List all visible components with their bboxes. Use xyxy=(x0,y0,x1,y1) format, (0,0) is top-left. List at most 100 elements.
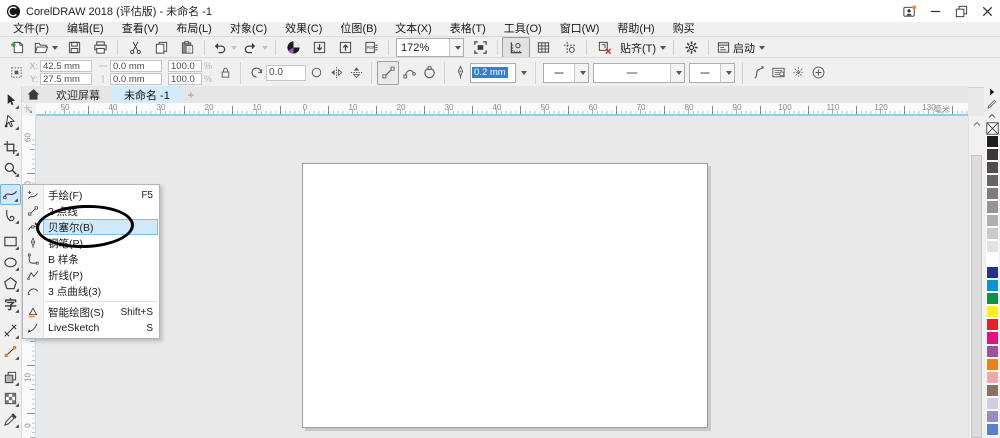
outline-width-value[interactable]: 0.2 mm xyxy=(472,67,508,78)
snap-disable-button[interactable] xyxy=(591,38,617,57)
menu-item-livesketch[interactable]: LiveSketch S xyxy=(23,320,159,336)
scale-h-input[interactable] xyxy=(168,60,202,72)
menu-edit[interactable]: 编辑(E) xyxy=(58,22,113,36)
scrollbar-thumb[interactable] xyxy=(971,155,982,438)
tool-artistic-media[interactable] xyxy=(0,205,21,226)
swatch-yellow[interactable] xyxy=(985,305,999,319)
rotation-angle-input[interactable] xyxy=(266,64,307,81)
ruler-origin-button[interactable] xyxy=(22,103,36,116)
document-page[interactable] xyxy=(302,163,708,428)
tool-shape[interactable] xyxy=(0,111,21,132)
close-curve-button[interactable] xyxy=(419,62,439,84)
swatch-blue[interactable] xyxy=(985,265,999,280)
swatch-50-black[interactable] xyxy=(985,200,999,214)
swatch-30-black[interactable] xyxy=(985,226,999,240)
menu-object[interactable]: 对象(C) xyxy=(221,22,276,36)
x-position-input[interactable] xyxy=(40,60,92,72)
full-screen-preview-button[interactable] xyxy=(467,38,493,57)
restore-button[interactable] xyxy=(948,1,974,21)
swatch-40-black[interactable] xyxy=(985,213,999,227)
swatch-70-black[interactable] xyxy=(985,174,999,188)
options-button[interactable] xyxy=(678,38,704,57)
menu-buy[interactable]: 购买 xyxy=(664,22,704,36)
swatch-brown[interactable] xyxy=(985,383,999,397)
swatch-pale-lavender[interactable] xyxy=(985,396,999,410)
tool-zoom[interactable] xyxy=(0,158,21,179)
import-button[interactable] xyxy=(306,38,332,57)
tool-crop[interactable] xyxy=(0,137,21,158)
swatch-pink[interactable] xyxy=(985,370,999,384)
welcome-home-button[interactable] xyxy=(22,86,44,103)
menu-bitmaps[interactable]: 位图(B) xyxy=(331,22,386,36)
paste-button[interactable] xyxy=(174,38,200,57)
swatch-black[interactable] xyxy=(985,135,999,149)
line-style-dropdown[interactable] xyxy=(670,63,685,82)
menu-item-freehand[interactable]: 手绘(F) F5 xyxy=(23,187,159,203)
scale-v-input[interactable] xyxy=(168,73,202,85)
line-segment-button[interactable] xyxy=(377,60,400,85)
swatch-lavender[interactable] xyxy=(985,409,999,424)
tool-dimension[interactable] xyxy=(0,320,21,341)
menu-text[interactable]: 文本(X) xyxy=(386,22,441,36)
swatch-no-color[interactable] xyxy=(985,122,999,135)
tool-eyedropper[interactable] xyxy=(0,409,21,430)
palette-options-button[interactable] xyxy=(984,98,1000,110)
swatch-cyan[interactable] xyxy=(985,279,999,293)
tool-ellipse[interactable] xyxy=(0,252,21,273)
height-input[interactable] xyxy=(110,73,162,85)
tool-drop-shadow[interactable] xyxy=(0,367,21,388)
new-document-button[interactable] xyxy=(4,38,30,57)
swatch-90-black[interactable] xyxy=(985,148,999,162)
swatch-magenta[interactable] xyxy=(985,331,999,345)
outline-width-icon-button[interactable] xyxy=(450,62,470,84)
tool-text[interactable]: 字 xyxy=(0,294,21,315)
tool-connector[interactable] xyxy=(0,341,21,362)
swatch-orange[interactable] xyxy=(985,357,999,371)
show-grid-button[interactable] xyxy=(530,38,556,57)
line-style-combo[interactable] xyxy=(593,62,686,83)
y-position-input[interactable] xyxy=(40,73,92,85)
menu-item-3-point-curve[interactable]: 3 点曲线(3) xyxy=(23,283,159,299)
start-arrowhead-combo[interactable] xyxy=(543,62,590,83)
snap-to-button[interactable]: 贴齐(T) xyxy=(617,38,669,57)
drawing-canvas[interactable] xyxy=(36,116,968,438)
menu-tools[interactable]: 工具(O) xyxy=(495,22,551,36)
new-tab-button[interactable]: + xyxy=(182,86,200,103)
menu-window[interactable]: 窗口(W) xyxy=(551,22,609,36)
menu-effects[interactable]: 效果(C) xyxy=(276,22,331,36)
tool-transparency[interactable] xyxy=(0,388,21,409)
menu-layout[interactable]: 布局(L) xyxy=(167,22,220,36)
tab-welcome[interactable]: 欢迎屏幕 xyxy=(44,86,112,103)
swatch-60-black[interactable] xyxy=(985,187,999,201)
tool-freehand[interactable] xyxy=(0,184,21,205)
open-button[interactable] xyxy=(30,38,61,57)
start-arrowhead-dropdown[interactable] xyxy=(574,63,589,82)
menu-table[interactable]: 表格(T) xyxy=(441,22,495,36)
tool-polygon[interactable] xyxy=(0,273,21,294)
launch-button[interactable]: 启动 xyxy=(713,38,768,57)
rotate-button[interactable] xyxy=(246,62,266,84)
menu-view[interactable]: 查看(V) xyxy=(113,22,168,36)
object-position-button[interactable] xyxy=(6,62,26,84)
swatch-20-black[interactable] xyxy=(985,239,999,253)
zoom-level-value[interactable]: 172% xyxy=(397,42,449,54)
tool-rectangle[interactable] xyxy=(0,231,21,252)
minimize-button[interactable] xyxy=(922,1,948,21)
tab-untitled-1[interactable]: 未命名 -1 xyxy=(112,86,182,103)
outline-width-dropdown[interactable] xyxy=(516,62,530,84)
width-input[interactable] xyxy=(110,60,162,72)
zoom-level-dropdown[interactable] xyxy=(449,39,463,56)
swatch-80-black[interactable] xyxy=(985,161,999,175)
swatch-purple[interactable] xyxy=(985,344,999,358)
zoom-level[interactable]: 172% xyxy=(396,38,464,57)
menu-item-polyline[interactable]: 折线(P) xyxy=(23,267,159,283)
outline-width-combo[interactable]: 0.2 mm xyxy=(470,62,517,83)
menu-item-smart-drawing[interactable]: 智能绘图(S) Shift+S xyxy=(23,301,159,320)
account-button[interactable] xyxy=(896,1,922,21)
vertical-scrollbar[interactable] xyxy=(968,116,984,438)
swatch-white[interactable] xyxy=(985,252,999,266)
swatch-green[interactable] xyxy=(985,292,999,306)
search-content-button[interactable] xyxy=(280,38,306,57)
menu-help[interactable]: 帮助(H) xyxy=(608,22,663,36)
arc-segment-button[interactable] xyxy=(399,62,419,84)
